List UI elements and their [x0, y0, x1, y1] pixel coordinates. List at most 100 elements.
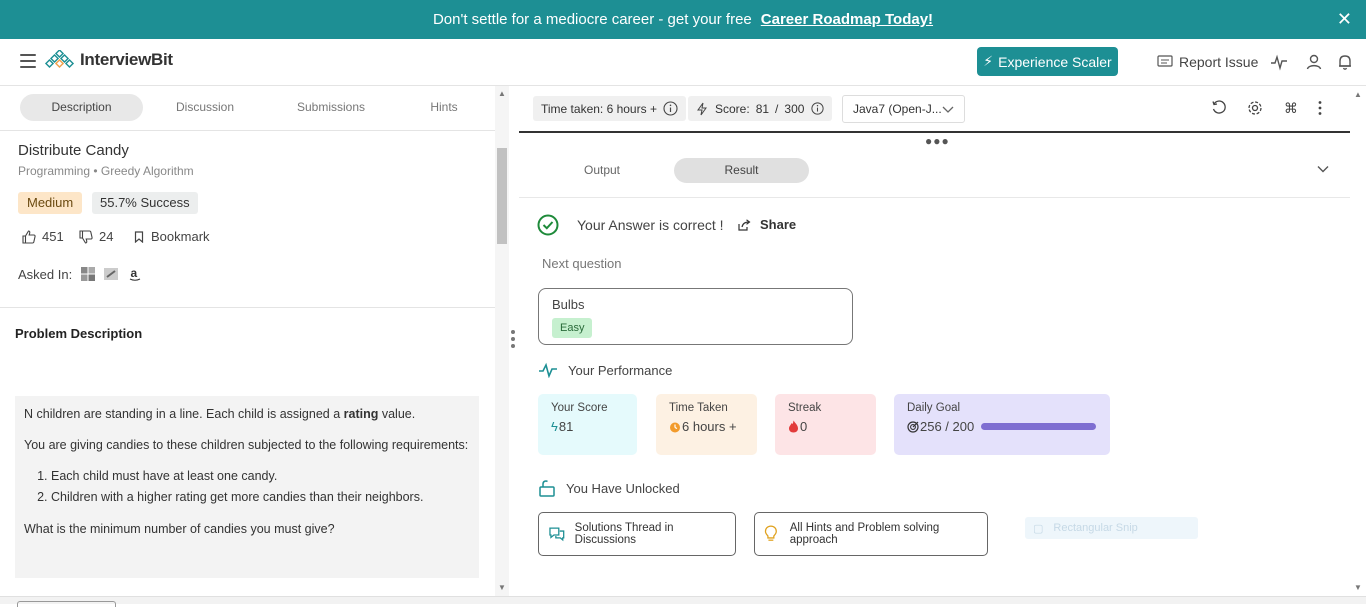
bottom-tab-stub	[17, 601, 116, 607]
scroll-up-arrow-icon[interactable]: ▲	[1354, 90, 1362, 99]
problem-description-heading: Problem Description	[15, 326, 143, 341]
topic-link[interactable]: Greedy Algorithm	[101, 164, 194, 178]
unlocked-heading: You Have Unlocked	[538, 479, 680, 497]
microsoft-logo-icon[interactable]	[81, 267, 96, 281]
dislike-button[interactable]: 24	[79, 229, 113, 244]
scrollbar-thumb[interactable]	[497, 148, 507, 244]
tab-result[interactable]: Result	[674, 158, 809, 183]
right-scrollbar[interactable]: ▲ ▼	[1350, 86, 1366, 596]
editor-toolbar: Time taken: 6 hours + Score: 81 / 300 Ja…	[519, 86, 1350, 133]
streak-card: Streak 0	[775, 394, 876, 455]
unlocked-solutions-thread[interactable]: Solutions Thread in Discussions	[538, 512, 736, 556]
logo[interactable]: InterviewBit	[44, 50, 173, 70]
tab-submissions[interactable]: Submissions	[285, 94, 377, 121]
reset-code-icon[interactable]	[1211, 100, 1227, 116]
unlocked-item-label: All Hints and Problem solving approach	[789, 522, 940, 546]
career-roadmap-link[interactable]: Career Roadmap Today!	[761, 11, 933, 28]
time-card-value: 6 hours +	[682, 419, 737, 434]
share-label: Share	[760, 217, 797, 232]
chevron-down-icon[interactable]	[1316, 162, 1330, 176]
panel-resize-handle[interactable]	[511, 330, 517, 354]
check-circle-icon	[537, 214, 559, 236]
unlocked-heading-text: You Have Unlocked	[566, 480, 680, 496]
daily-goal-value: 256 / 200	[920, 419, 975, 434]
tab-discussion[interactable]: Discussion	[160, 94, 250, 121]
chevron-down-icon	[942, 106, 954, 113]
lightning-icon	[697, 102, 707, 115]
result-status: Your Answer is correct !	[537, 214, 724, 236]
snip-overlay-hint: ▢ Rectangular Snip	[1025, 517, 1198, 539]
section-divider	[0, 307, 496, 308]
lightbulb-icon	[764, 525, 777, 541]
share-icon	[738, 218, 751, 231]
flame-icon	[789, 420, 798, 433]
activity-icon[interactable]	[1270, 53, 1288, 71]
language-select[interactable]: Java7 (Open-J...	[842, 95, 965, 123]
close-banner-icon[interactable]: ✕	[1337, 9, 1352, 30]
experience-scaler-button[interactable]: ⚡ Experience Scaler	[977, 47, 1118, 76]
score-label: Score:	[715, 101, 750, 116]
problem-tabs: Description Discussion Submissions Hints	[0, 86, 496, 131]
unlocked-item-label: Solutions Thread in Discussions	[574, 522, 674, 546]
list-item: Each child must have at least one candy.	[51, 466, 470, 487]
unlocked-hints[interactable]: All Hints and Problem solving approach	[754, 512, 988, 556]
daily-goal-label: Daily Goal	[907, 402, 961, 414]
tab-output[interactable]: Output	[559, 158, 645, 183]
scroll-up-arrow-icon[interactable]: ▲	[498, 89, 506, 98]
top-header: InterviewBit ⚡ Experience Scaler Report …	[0, 39, 1366, 86]
category-link[interactable]: Programming	[18, 164, 90, 178]
scroll-down-arrow-icon[interactable]: ▼	[498, 583, 506, 592]
bookmark-label: Bookmark	[151, 229, 210, 244]
scroll-down-arrow-icon[interactable]: ▼	[1354, 583, 1362, 592]
asked-in: Asked In: a	[18, 266, 143, 282]
breadcrumb-dot: •	[93, 164, 101, 178]
thumbs-down-icon	[79, 229, 93, 244]
amazon-logo-icon[interactable]: a	[127, 266, 143, 282]
chat-bubbles-icon	[549, 527, 565, 542]
like-button[interactable]: 451	[22, 229, 64, 244]
snip-overlay-label: Rectangular Snip	[1053, 522, 1138, 534]
keyboard-shortcuts-icon[interactable]: ⌘	[1283, 100, 1299, 116]
left-scrollbar[interactable]: ▲ ▼	[495, 86, 509, 596]
target-icon	[907, 420, 919, 433]
info-icon[interactable]	[663, 101, 678, 116]
share-button[interactable]: Share	[738, 217, 796, 232]
next-question-card[interactable]: Bulbs Easy	[538, 288, 853, 345]
settings-gear-icon[interactable]	[1247, 100, 1263, 116]
performance-heading: Your Performance	[538, 362, 672, 378]
bookmark-button[interactable]: Bookmark	[134, 229, 210, 244]
experience-scaler-label: Experience Scaler	[998, 53, 1112, 70]
time-taken-label: Time taken: 6 hours +	[541, 101, 657, 116]
score-max: 300	[784, 101, 805, 116]
bell-icon[interactable]	[1336, 53, 1354, 71]
streak-card-label: Streak	[788, 402, 822, 414]
score-card-value: 81	[558, 419, 574, 434]
svg-text:a: a	[131, 266, 138, 280]
problem-breadcrumb: Programming • Greedy Algorithm	[18, 164, 194, 178]
like-count: 451	[42, 229, 64, 244]
description-paragraph: You are giving candies to these children…	[24, 438, 469, 452]
company-logo-icon[interactable]	[104, 267, 119, 281]
bottom-edge	[0, 596, 1366, 607]
result-status-text: Your Answer is correct !	[577, 217, 724, 233]
hamburger-menu-icon[interactable]	[20, 54, 36, 68]
info-icon[interactable]	[811, 102, 825, 115]
logo-text: InterviewBit	[80, 50, 173, 69]
tab-hints[interactable]: Hints	[410, 94, 478, 121]
report-issue-button[interactable]: Report Issue	[1157, 54, 1258, 70]
user-icon[interactable]	[1305, 53, 1323, 71]
problem-panel: Description Discussion Submissions Hints…	[0, 86, 509, 596]
report-issue-label: Report Issue	[1179, 54, 1259, 70]
performance-heading-text: Your Performance	[568, 362, 673, 378]
more-options-icon[interactable]	[1312, 100, 1328, 116]
streak-card-value: 0	[800, 419, 808, 434]
dislike-count: 24	[99, 229, 114, 244]
time-taken-chip: Time taken: 6 hours +	[533, 96, 686, 121]
time-card-label: Time Taken	[669, 402, 728, 414]
language-value: Java7 (Open-J...	[853, 102, 942, 116]
score-chip: Score: 81 / 300	[688, 96, 833, 121]
description-paragraph: What is the minimum number of candies yo…	[24, 522, 335, 536]
tab-description[interactable]: Description	[20, 94, 143, 121]
svg-text:⌘: ⌘	[1284, 101, 1298, 116]
clock-icon	[670, 422, 680, 432]
